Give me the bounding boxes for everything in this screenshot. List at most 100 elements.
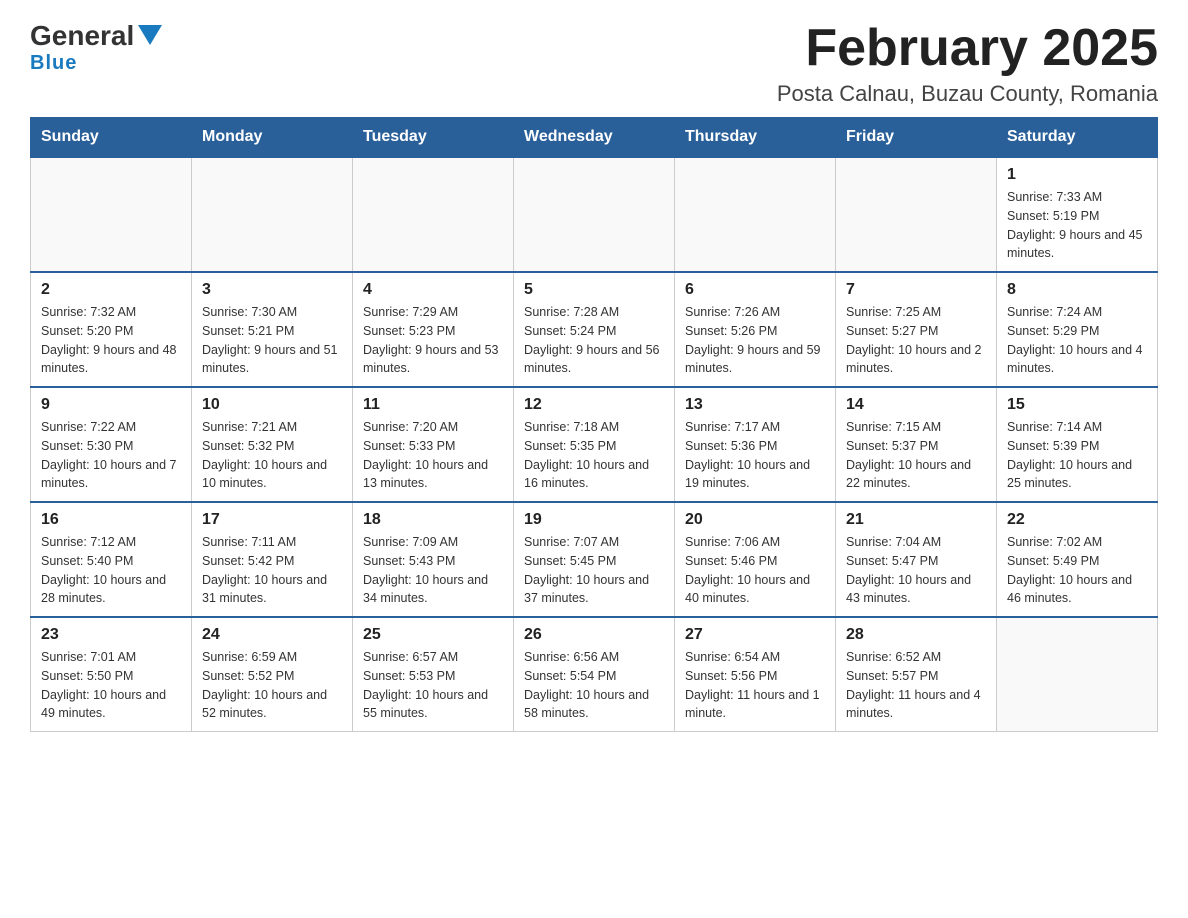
day-number: 21 [846,511,986,529]
day-info: Sunrise: 6:59 AMSunset: 5:52 PMDaylight:… [202,648,342,723]
day-number: 3 [202,281,342,299]
calendar-cell: 13Sunrise: 7:17 AMSunset: 5:36 PMDayligh… [675,387,836,502]
calendar-cell: 15 Sunrise: 7:14 AMSunset: 5:39 PMDayligh… [997,387,1158,502]
logo: General Blue [30,20,162,75]
calendar-cell: 28Sunrise: 6:52 AMSunset: 5:57 PMDayligh… [836,617,997,732]
logo-text: General [30,20,162,52]
day-info: Sunrise: 7:29 AMSunset: 5:23 PMDaylight:… [363,303,503,378]
day-number: 26 [524,626,664,644]
weekday-header-saturday: Saturday [997,118,1158,158]
day-number: 10 [202,396,342,414]
calendar-cell: 19 Sunrise: 7:07 AMSunset: 5:45 PMDayligh… [514,502,675,617]
day-info: Sunrise: 7:09 AMSunset: 5:43 PMDaylight:… [363,533,503,608]
day-info: Sunrise: 7:18 AMSunset: 5:35 PMDaylight:… [524,418,664,493]
calendar-cell: 2 Sunrise: 7:32 AMSunset: 5:20 PMDaylight… [31,272,192,387]
day-info: Sunrise: 7:22 AMSunset: 5:30 PMDaylight:… [41,418,181,493]
logo-general: General [30,20,134,52]
month-title: February 2025 [777,20,1158,77]
weekday-header-thursday: Thursday [675,118,836,158]
title-section: February 2025 Posta Calnau, Buzau County… [777,20,1158,107]
calendar-cell: 6 Sunrise: 7:26 AMSunset: 5:26 PMDaylight… [675,272,836,387]
calendar-week-3: 9 Sunrise: 7:22 AMSunset: 5:30 PMDaylight… [31,387,1158,502]
day-info: Sunrise: 7:17 AMSunset: 5:36 PMDaylight:… [685,418,825,493]
calendar-cell: 7 Sunrise: 7:25 AMSunset: 5:27 PMDaylight… [836,272,997,387]
day-number: 18 [363,511,503,529]
calendar-cell [31,157,192,272]
day-number: 28 [846,626,986,644]
location: Posta Calnau, Buzau County, Romania [777,81,1158,107]
calendar-cell: 16 Sunrise: 7:12 AMSunset: 5:40 PMDayligh… [31,502,192,617]
calendar-cell [675,157,836,272]
day-info: Sunrise: 7:25 AMSunset: 5:27 PMDaylight:… [846,303,986,378]
day-number: 17 [202,511,342,529]
calendar-cell: 12Sunrise: 7:18 AMSunset: 5:35 PMDayligh… [514,387,675,502]
day-number: 2 [41,281,181,299]
weekday-header-sunday: Sunday [31,118,192,158]
day-number: 9 [41,396,181,414]
calendar-cell: 17 Sunrise: 7:11 AMSunset: 5:42 PMDayligh… [192,502,353,617]
calendar-cell: 20 Sunrise: 7:06 AMSunset: 5:46 PMDayligh… [675,502,836,617]
day-number: 27 [685,626,825,644]
calendar-cell: 8 Sunrise: 7:24 AMSunset: 5:29 PMDaylight… [997,272,1158,387]
calendar-cell [997,617,1158,732]
day-number: 6 [685,281,825,299]
logo-blue-text: Blue [30,52,77,75]
day-number: 20 [685,511,825,529]
day-number: 14 [846,396,986,414]
day-info: Sunrise: 6:57 AMSunset: 5:53 PMDaylight:… [363,648,503,723]
calendar-cell: 26 Sunrise: 6:56 AMSunset: 5:54 PMDayligh… [514,617,675,732]
day-info: Sunrise: 7:01 AMSunset: 5:50 PMDaylight:… [41,648,181,723]
day-info: Sunrise: 6:56 AMSunset: 5:54 PMDaylight:… [524,648,664,723]
day-info: Sunrise: 7:24 AMSunset: 5:29 PMDaylight:… [1007,303,1147,378]
calendar-cell: 27 Sunrise: 6:54 AMSunset: 5:56 PMDayligh… [675,617,836,732]
calendar-week-4: 16 Sunrise: 7:12 AMSunset: 5:40 PMDayligh… [31,502,1158,617]
calendar-cell: 9 Sunrise: 7:22 AMSunset: 5:30 PMDaylight… [31,387,192,502]
calendar-cell [514,157,675,272]
calendar-table: SundayMondayTuesdayWednesdayThursdayFrid… [30,117,1158,732]
calendar-cell: 22 Sunrise: 7:02 AMSunset: 5:49 PMDayligh… [997,502,1158,617]
day-number: 1 [1007,166,1147,184]
day-info: Sunrise: 7:32 AMSunset: 5:20 PMDaylight:… [41,303,181,378]
day-info: Sunrise: 7:14 AMSunset: 5:39 PMDaylight:… [1007,418,1147,493]
weekday-header-friday: Friday [836,118,997,158]
calendar-week-2: 2 Sunrise: 7:32 AMSunset: 5:20 PMDaylight… [31,272,1158,387]
calendar-cell [353,157,514,272]
day-info: Sunrise: 7:20 AMSunset: 5:33 PMDaylight:… [363,418,503,493]
day-number: 19 [524,511,664,529]
calendar-cell: 18 Sunrise: 7:09 AMSunset: 5:43 PMDayligh… [353,502,514,617]
calendar-cell: 4 Sunrise: 7:29 AMSunset: 5:23 PMDaylight… [353,272,514,387]
day-info: Sunrise: 7:12 AMSunset: 5:40 PMDaylight:… [41,533,181,608]
calendar-cell: 23 Sunrise: 7:01 AMSunset: 5:50 PMDayligh… [31,617,192,732]
calendar-header-row: SundayMondayTuesdayWednesdayThursdayFrid… [31,118,1158,158]
day-number: 15 [1007,396,1147,414]
calendar-cell: 11 Sunrise: 7:20 AMSunset: 5:33 PMDayligh… [353,387,514,502]
day-info: Sunrise: 6:54 AMSunset: 5:56 PMDaylight:… [685,648,825,723]
day-number: 5 [524,281,664,299]
day-info: Sunrise: 7:02 AMSunset: 5:49 PMDaylight:… [1007,533,1147,608]
day-number: 8 [1007,281,1147,299]
calendar-cell [836,157,997,272]
day-number: 7 [846,281,986,299]
calendar-cell: 21 Sunrise: 7:04 AMSunset: 5:47 PMDayligh… [836,502,997,617]
day-number: 22 [1007,511,1147,529]
day-info: Sunrise: 7:07 AMSunset: 5:45 PMDaylight:… [524,533,664,608]
day-number: 11 [363,396,503,414]
day-info: Sunrise: 7:28 AMSunset: 5:24 PMDaylight:… [524,303,664,378]
day-number: 24 [202,626,342,644]
weekday-header-tuesday: Tuesday [353,118,514,158]
day-number: 23 [41,626,181,644]
calendar-cell: 25Sunrise: 6:57 AMSunset: 5:53 PMDayligh… [353,617,514,732]
calendar-week-1: 1Sunrise: 7:33 AMSunset: 5:19 PMDaylight… [31,157,1158,272]
calendar-cell: 1Sunrise: 7:33 AMSunset: 5:19 PMDaylight… [997,157,1158,272]
day-info: Sunrise: 7:06 AMSunset: 5:46 PMDaylight:… [685,533,825,608]
day-info: Sunrise: 7:26 AMSunset: 5:26 PMDaylight:… [685,303,825,378]
calendar-cell [192,157,353,272]
day-number: 16 [41,511,181,529]
day-info: Sunrise: 7:04 AMSunset: 5:47 PMDaylight:… [846,533,986,608]
day-info: Sunrise: 7:21 AMSunset: 5:32 PMDaylight:… [202,418,342,493]
day-number: 4 [363,281,503,299]
calendar-cell: 24 Sunrise: 6:59 AMSunset: 5:52 PMDayligh… [192,617,353,732]
day-info: Sunrise: 7:15 AMSunset: 5:37 PMDaylight:… [846,418,986,493]
calendar-cell: 14 Sunrise: 7:15 AMSunset: 5:37 PMDayligh… [836,387,997,502]
day-info: Sunrise: 7:11 AMSunset: 5:42 PMDaylight:… [202,533,342,608]
